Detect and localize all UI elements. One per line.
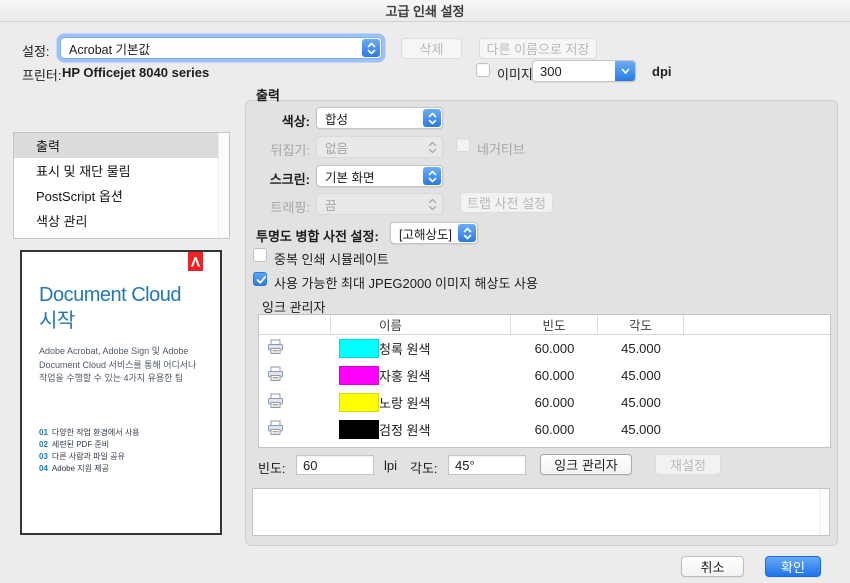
- adobe-logo-icon: [188, 252, 203, 271]
- frequency-unit-label: lpi: [384, 458, 398, 473]
- trapping-popup: 끔: [316, 193, 443, 215]
- settings-popup-value: Acrobat 기본값: [69, 42, 151, 57]
- settings-popup[interactable]: Acrobat 기본값: [60, 37, 382, 59]
- ink-color-swatch: [339, 339, 379, 358]
- ink-angle: 45.000: [621, 368, 661, 383]
- trapping-label: 트래핑:: [270, 200, 311, 215]
- ink-frequency: 60.000: [534, 395, 575, 410]
- ink-name: 자홍 원색: [379, 369, 431, 384]
- ink-frequency: 60.000: [534, 341, 575, 356]
- jpeg2000-label: 사용 가능한 최대 JPEG2000 이미지 해상도 사용: [274, 276, 538, 291]
- preview-body-text: Adobe Acrobat, Adobe Sign 및 Adobe Docume…: [39, 346, 197, 383]
- print-as-image-checkbox[interactable]: [476, 63, 490, 77]
- ink-table-header-frequency: 빈도: [511, 315, 598, 334]
- ink-table: 이름 빈도 각도 청록 원색 60.000 45.000 자홍 원색 60.00…: [258, 314, 831, 448]
- sidebar-item-color-management[interactable]: 색상 관리: [14, 208, 229, 233]
- ink-table-header-icon-col: [259, 315, 331, 334]
- flattener-preset-label: 투명도 병합 사전 설정:: [256, 229, 379, 244]
- flip-label: 뒤집기:: [270, 143, 311, 158]
- chevron-up-down-icon: [428, 194, 437, 214]
- delete-button: 삭제: [401, 38, 462, 59]
- printer-label: 프린터:: [22, 68, 62, 83]
- negative-checkbox: [456, 138, 470, 152]
- reset-button: 재설정: [655, 454, 721, 475]
- ink-row-yellow[interactable]: 노랑 원색 60.000 45.000: [259, 389, 830, 416]
- ink-name: 검정 원색: [379, 423, 431, 438]
- scrollbar-track: [819, 489, 829, 535]
- flip-popup: 없음: [316, 136, 443, 158]
- save-as-button: 다른 이름으로 저장: [479, 38, 597, 59]
- printer-icon[interactable]: [267, 339, 284, 358]
- settings-category-list: 출력 표시 및 재단 물림 PostScript 옵션 색상 관리: [13, 132, 230, 239]
- printer-icon[interactable]: [267, 393, 284, 412]
- ink-angle: 45.000: [621, 341, 661, 356]
- ink-table-header-name: 이름: [331, 315, 511, 334]
- ink-color-swatch: [339, 393, 379, 412]
- chevron-up-down-icon: [362, 39, 380, 57]
- ink-manager-button[interactable]: 잉크 관리자: [540, 454, 632, 475]
- preview-title: Document Cloud 시작: [39, 284, 181, 332]
- ink-row-black[interactable]: 검정 원색 60.000 45.000: [259, 416, 830, 443]
- printer-icon[interactable]: [267, 420, 284, 439]
- color-popup[interactable]: 합성: [316, 107, 443, 129]
- simulate-overprint-label: 중복 인쇄 시뮬레이트: [274, 252, 389, 267]
- ink-name: 노랑 원색: [379, 396, 431, 411]
- ink-row-cyan[interactable]: 청록 원색 60.000 45.000: [259, 335, 830, 362]
- angle-input[interactable]: 45°: [448, 455, 526, 475]
- document-preview: Document Cloud 시작 Adobe Acrobat, Adobe S…: [20, 250, 222, 535]
- chevron-up-down-icon: [423, 167, 441, 185]
- dialog-title: 고급 인쇄 설정: [385, 4, 465, 19]
- printer-icon[interactable]: [267, 366, 284, 385]
- preview-tips-list: 01 다양한 작업 환경에서 사용 02 세련된 PDF 준비 03 다른 사람과 파…: [39, 428, 140, 473]
- ink-color-swatch: [339, 420, 379, 439]
- dpi-unit-label: dpi: [652, 64, 672, 79]
- ink-angle: 45.000: [621, 422, 661, 437]
- trap-preset-button: 트랩 사전 설정: [460, 192, 553, 213]
- flip-popup-value: 없음: [325, 141, 349, 156]
- chevron-up-down-icon: [423, 109, 441, 127]
- dpi-combo-value: 300: [540, 63, 562, 79]
- dpi-combo[interactable]: 300: [532, 60, 636, 82]
- advanced-print-settings-dialog: 고급 인쇄 설정 설정: Acrobat 기본값 삭제 다른 이름으로 저장 프…: [0, 0, 850, 583]
- ink-table-header: 이름 빈도 각도: [259, 315, 830, 335]
- ok-button[interactable]: 확인: [765, 556, 821, 577]
- frequency-label: 빈도:: [258, 461, 286, 476]
- frequency-input[interactable]: 60: [296, 455, 374, 475]
- scrollbar-track: [218, 133, 229, 238]
- trapping-popup-value: 끔: [325, 198, 337, 213]
- output-group-label: 출력: [256, 88, 280, 103]
- chevron-down-icon[interactable]: [615, 61, 635, 81]
- ink-table-header-angle: 각도: [598, 315, 684, 334]
- angle-label: 각도:: [410, 461, 438, 476]
- chevron-up-down-icon: [458, 224, 476, 242]
- ink-color-swatch: [339, 366, 379, 385]
- sidebar-item-marks-bleeds[interactable]: 표시 및 재단 물림: [14, 158, 229, 183]
- sidebar-item-postscript-options[interactable]: PostScript 옵션: [14, 183, 229, 208]
- screen-popup[interactable]: 기본 화면: [316, 165, 443, 187]
- jpeg2000-checkbox[interactable]: [253, 272, 267, 286]
- ink-frequency: 60.000: [534, 368, 575, 383]
- screen-label: 스크린:: [269, 172, 310, 187]
- ink-name: 청록 원색: [379, 342, 431, 357]
- settings-label: 설정:: [22, 44, 50, 59]
- color-label: 색상:: [281, 114, 310, 129]
- ink-frequency: 60.000: [534, 422, 575, 437]
- titlebar: 고급 인쇄 설정: [0, 0, 850, 22]
- simulate-overprint-checkbox[interactable]: [253, 248, 267, 262]
- chevron-up-down-icon: [428, 137, 437, 157]
- ink-angle: 45.000: [621, 395, 661, 410]
- cancel-button[interactable]: 취소: [681, 556, 744, 577]
- sidebar-item-output[interactable]: 출력: [14, 133, 229, 158]
- flattener-preset-popup[interactable]: [고해상도]: [390, 222, 478, 244]
- ink-row-magenta[interactable]: 자홍 원색 60.000 45.000: [259, 362, 830, 389]
- negative-label: 네거티브: [477, 142, 525, 157]
- printer-name: HP Officejet 8040 series: [62, 65, 210, 80]
- description-box: [252, 488, 830, 536]
- ink-table-header-filler: [684, 315, 830, 334]
